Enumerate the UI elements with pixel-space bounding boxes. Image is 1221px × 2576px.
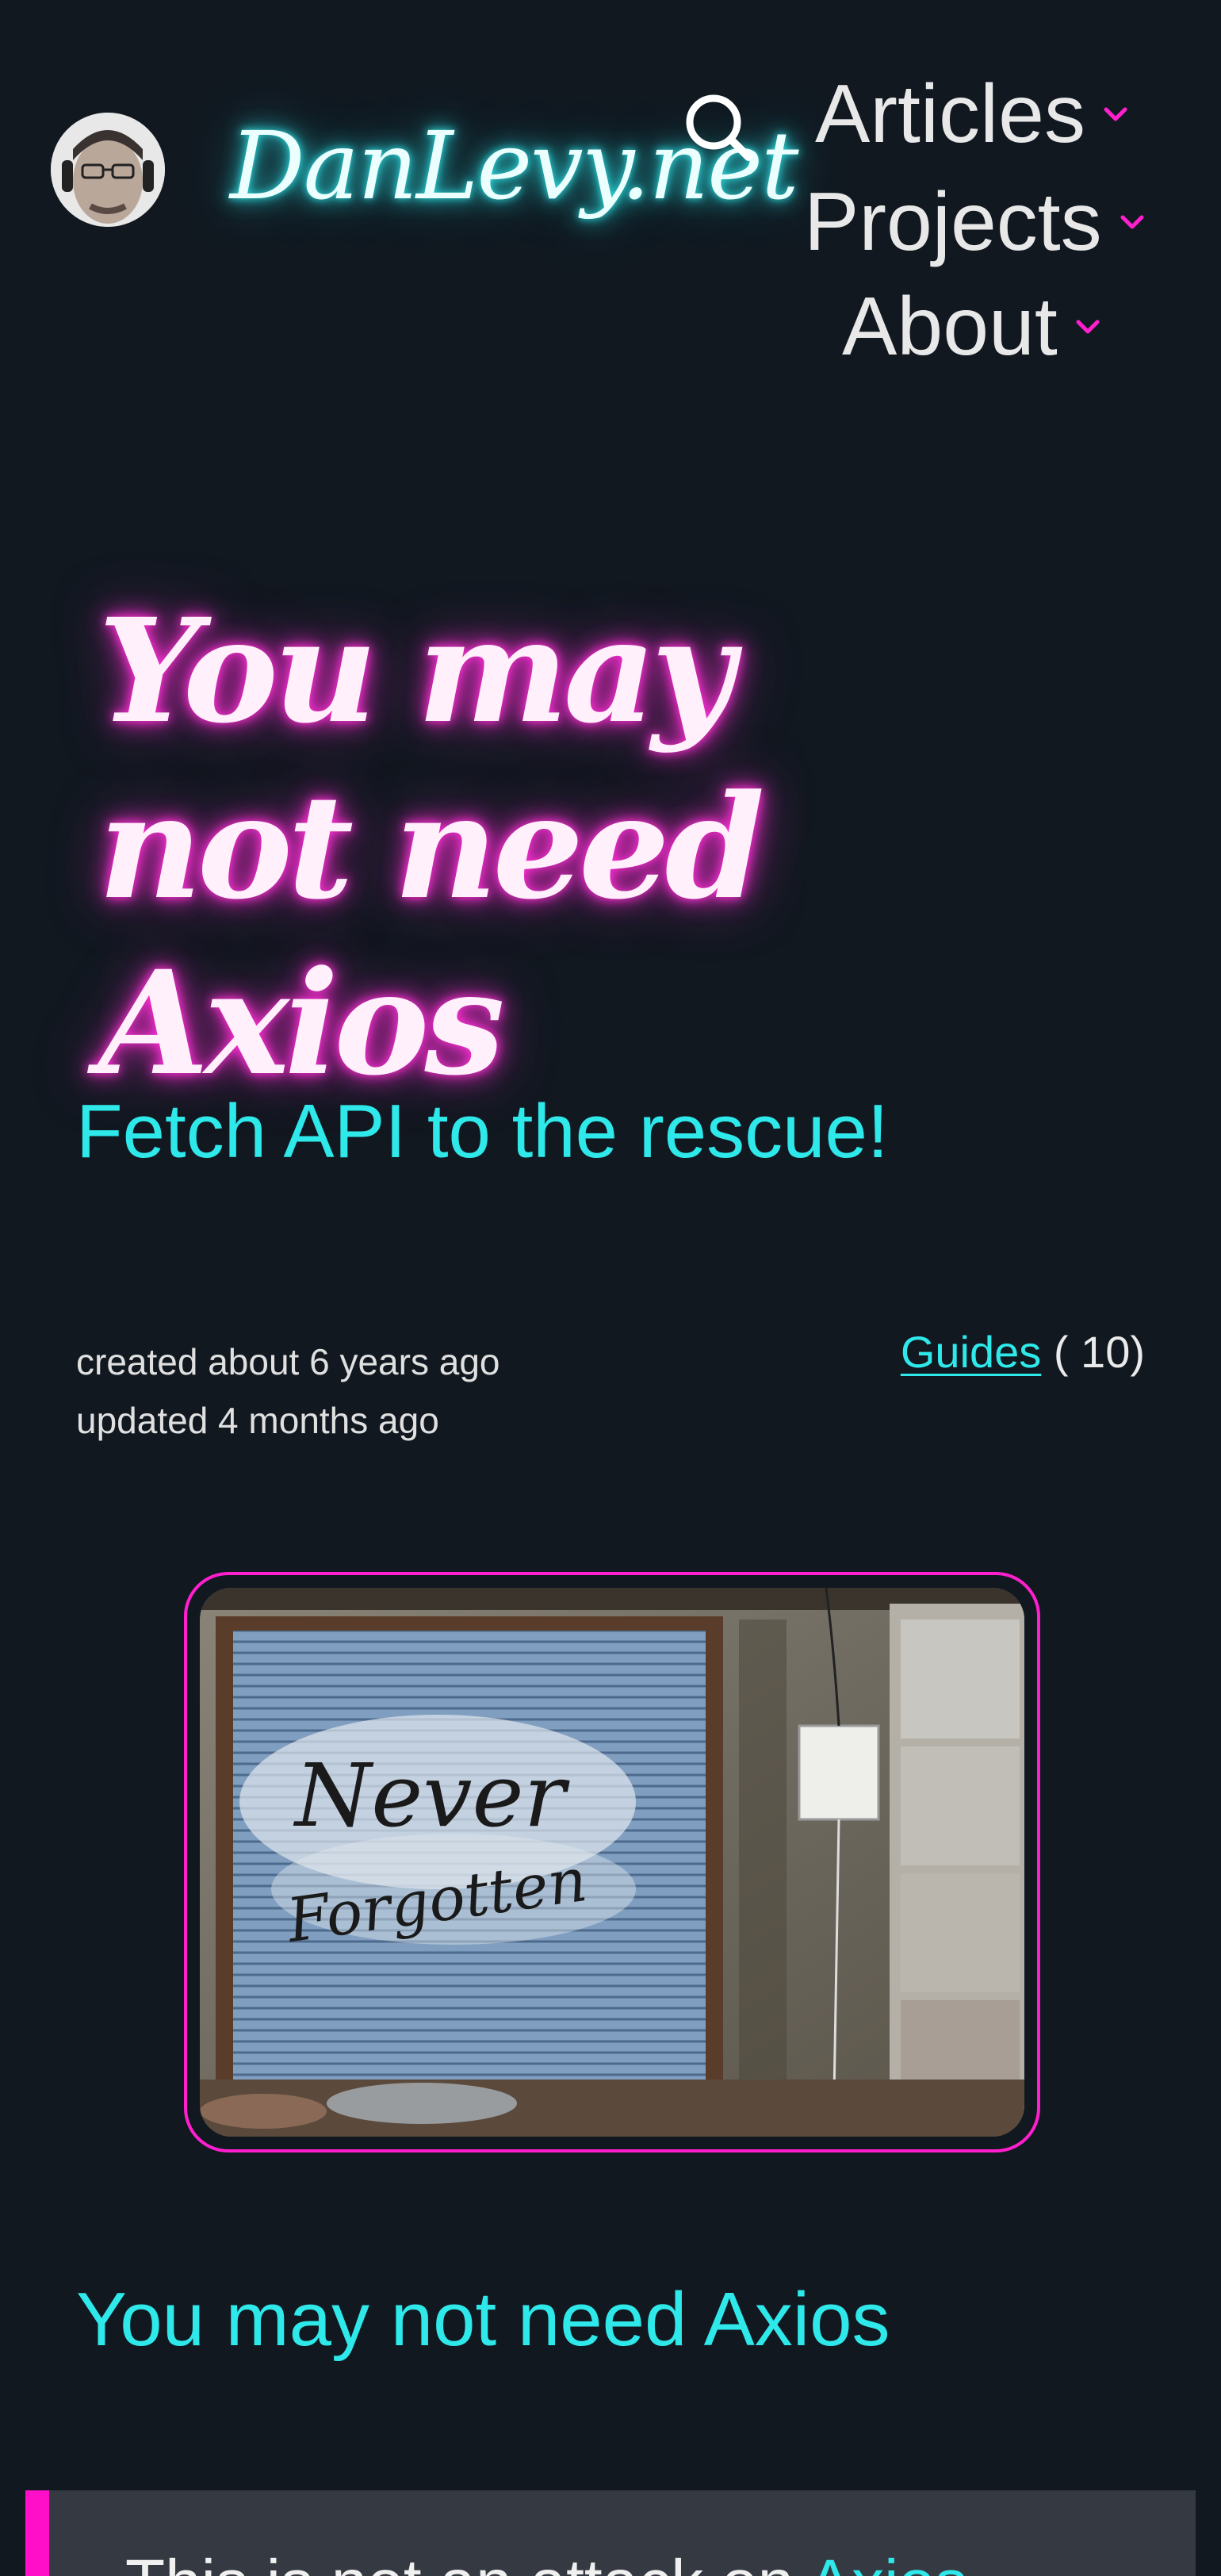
chevron-down-icon <box>1120 215 1144 229</box>
hero-image: Never Forgotten <box>184 1572 1040 2152</box>
created-date: created about 6 years ago <box>76 1341 500 1382</box>
search-icon <box>686 94 752 161</box>
category-info: Guides ( 10) <box>901 1323 1145 1382</box>
article-title: You may not need Axios <box>98 588 765 1107</box>
search-button[interactable] <box>680 89 756 165</box>
image-text-never: Never <box>293 1745 571 1846</box>
nav-about[interactable]: About <box>842 286 1104 368</box>
callout-link[interactable]: Axios <box>808 2547 967 2576</box>
updated-date: updated 4 months ago <box>76 1400 439 1441</box>
article-dates: created about 6 years ago updated 4 mont… <box>76 1332 500 1450</box>
avatar[interactable] <box>51 113 165 227</box>
graffiti-door-image: Never Forgotten <box>200 1588 1024 2137</box>
chevron-down-icon <box>1076 320 1100 334</box>
category-link[interactable]: Guides <box>901 1327 1041 1377</box>
page: DanLevy.net Articles Projects About You … <box>0 0 1221 2576</box>
avatar-image <box>51 113 165 227</box>
category-count: ( 10) <box>1053 1327 1145 1377</box>
article-subtitle: Fetch API to the rescue! <box>76 1089 889 1174</box>
callout-text-start: This is not an attack on <box>125 2547 808 2576</box>
callout-box: This is not an attack on Axios <box>25 2490 1196 2576</box>
nav-projects-label: Projects <box>804 176 1102 268</box>
nav-projects[interactable]: Projects <box>804 181 1148 263</box>
nav-about-label: About <box>842 281 1058 373</box>
section-heading: You may not need Axios <box>76 2277 890 2362</box>
chevron-down-icon <box>1104 107 1127 121</box>
nav-articles[interactable]: Articles <box>815 73 1131 155</box>
callout-text: This is not an attack on Axios <box>125 2551 967 2576</box>
nav-articles-label: Articles <box>815 68 1085 160</box>
